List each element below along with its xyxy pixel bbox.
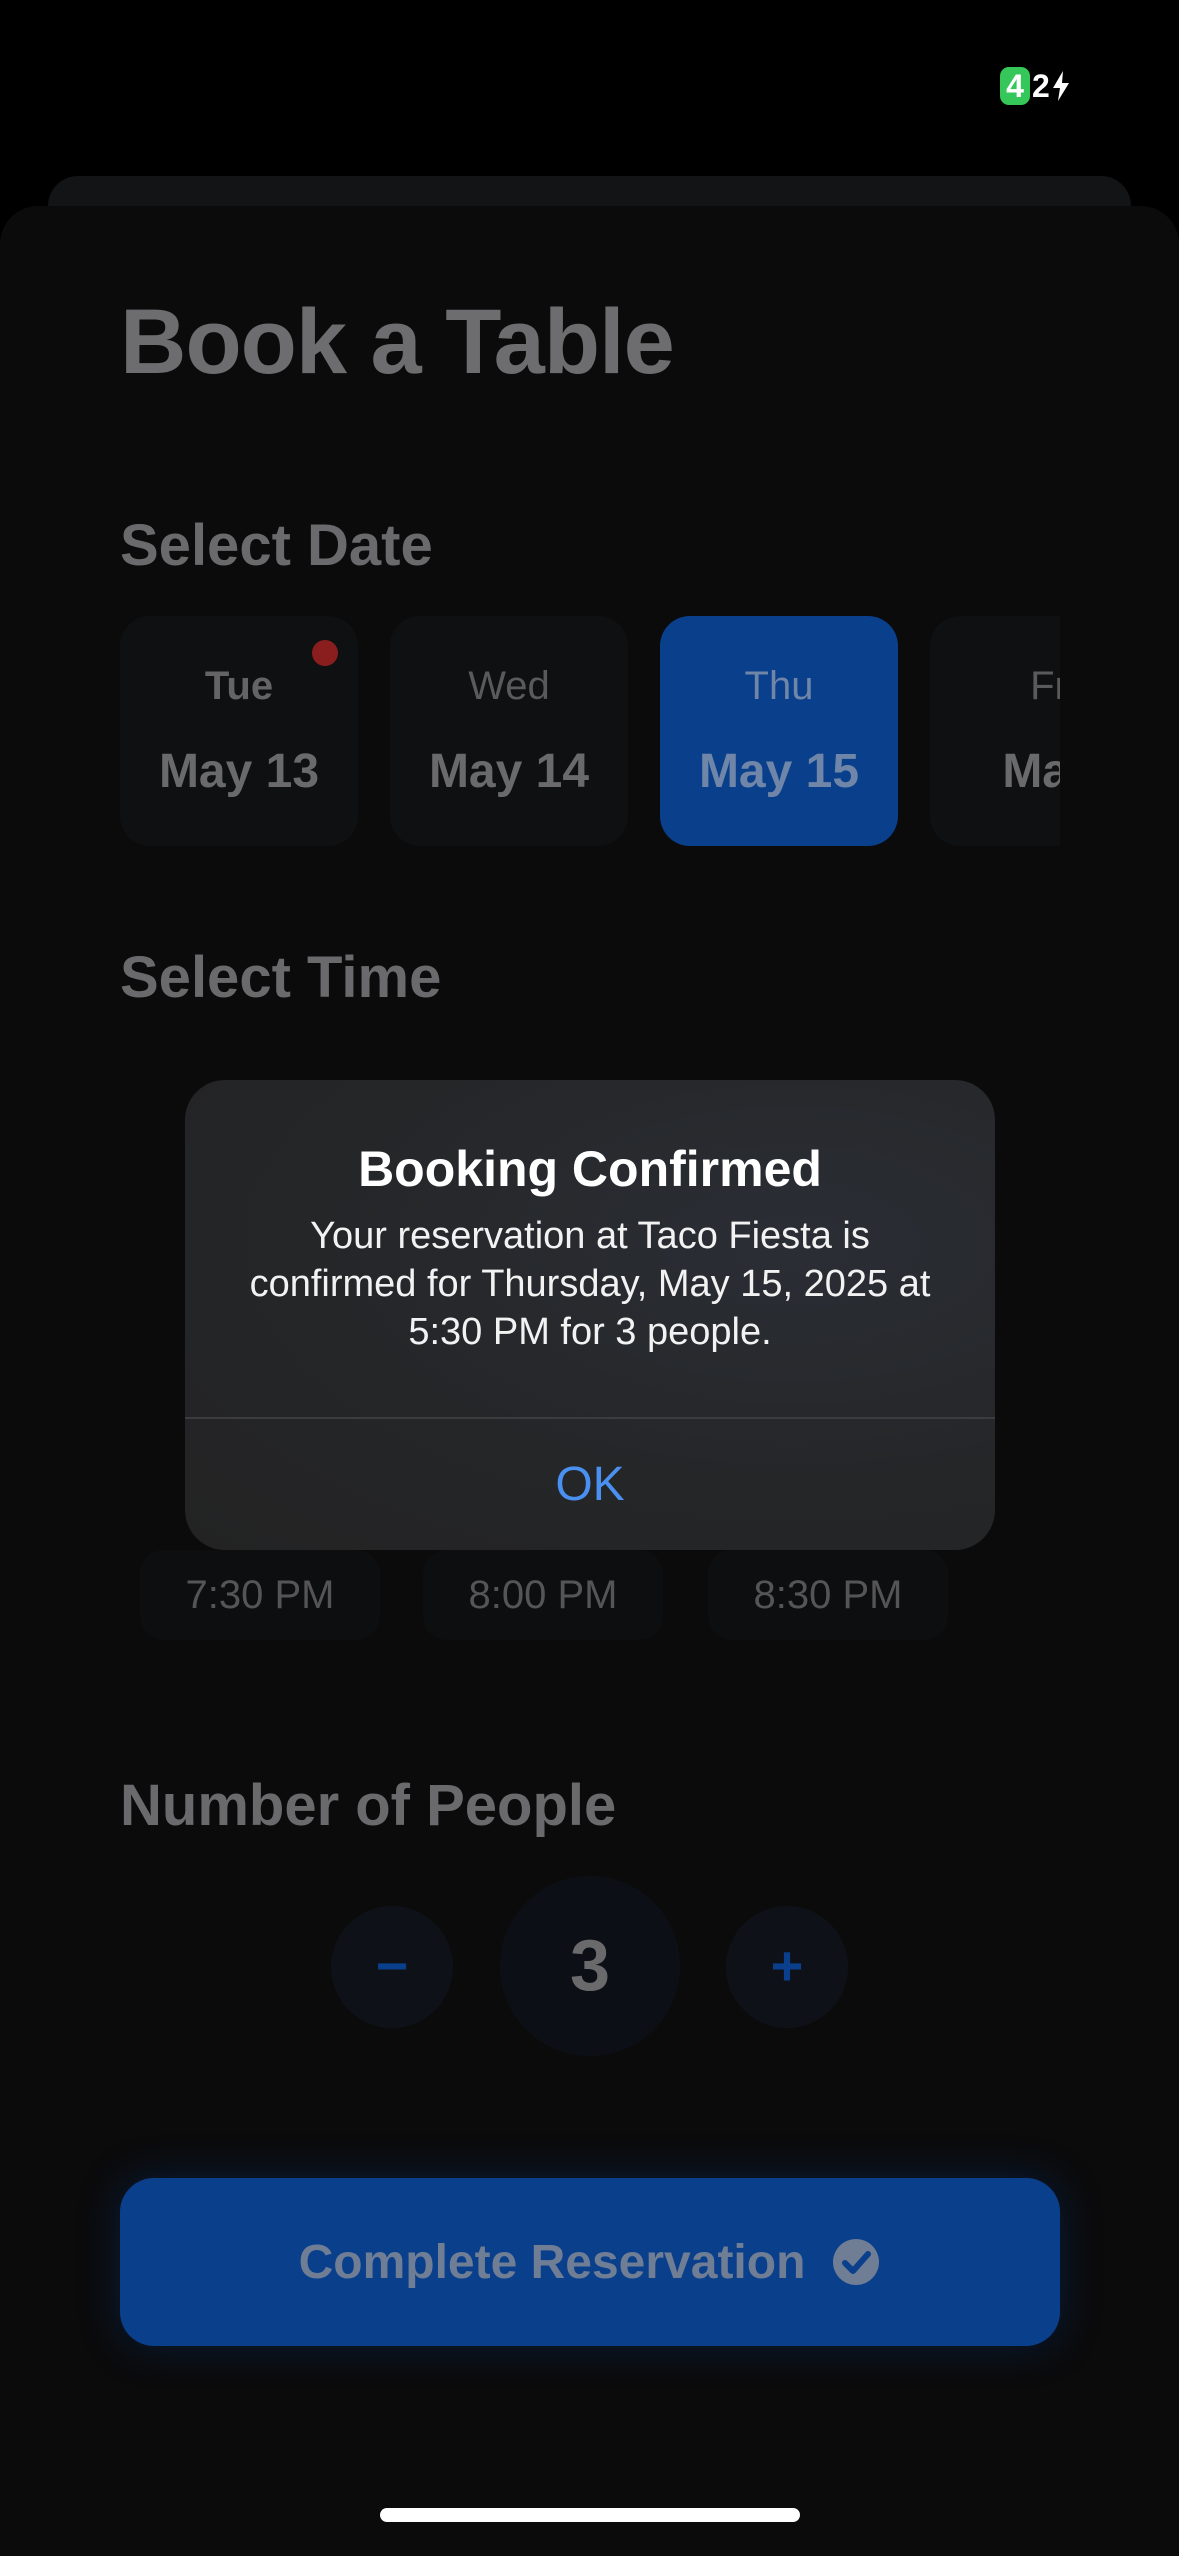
- date-number-label: May: [1002, 745, 1060, 798]
- today-indicator-dot: [312, 640, 338, 666]
- select-time-title: Select Time: [120, 945, 442, 1010]
- battery-level-box: 4: [1000, 67, 1030, 105]
- battery-level-rest: 2: [1032, 68, 1050, 104]
- checkmark-circle-icon: [833, 2239, 880, 2285]
- date-card-wed[interactable]: Wed May 14: [390, 616, 628, 846]
- number-of-people-title: Number of People: [120, 1773, 617, 1838]
- time-slot-730[interactable]: 7:30 PM: [140, 1550, 380, 1640]
- charging-bolt-icon: [1052, 71, 1069, 101]
- select-date-title: Select Date: [120, 513, 433, 578]
- date-day-label: Tue: [204, 664, 274, 708]
- date-number-label: May 14: [428, 745, 590, 798]
- complete-reservation-label: Complete Reservation: [298, 2235, 806, 2289]
- page-title: Book a Table: [120, 291, 675, 393]
- time-slot-830[interactable]: 8:30 PM: [708, 1550, 948, 1640]
- date-card-fri[interactable]: Fr May: [930, 616, 1060, 846]
- time-slot-800[interactable]: 8:00 PM: [423, 1550, 663, 1640]
- date-number-label: May 13: [158, 745, 320, 798]
- increment-button[interactable]: +: [726, 1906, 848, 2028]
- complete-reservation-button[interactable]: Complete Reservation: [120, 2178, 1060, 2346]
- date-card-thu-selected[interactable]: Thu May 15: [660, 616, 898, 846]
- date-card-tue[interactable]: Tue May 13: [120, 616, 358, 846]
- decrement-button[interactable]: −: [331, 1906, 453, 2028]
- ok-button[interactable]: OK: [185, 1419, 995, 1550]
- alert-message: Your reservation at Taco Fiesta is confi…: [249, 1215, 931, 1353]
- alert-title: Booking Confirmed: [358, 1141, 822, 1197]
- booking-confirmed-alert: Booking Confirmed Your reservation at Ta…: [185, 1080, 995, 1550]
- screen: 4 2 Book a Table Select Date Tue May 13 …: [0, 0, 1179, 2556]
- people-count: 3: [500, 1876, 680, 2056]
- battery-indicator: 4 2: [1000, 66, 1070, 106]
- date-day-label: Thu: [744, 664, 814, 708]
- date-number-label: May 15: [698, 745, 860, 798]
- date-day-label: Fr: [1030, 664, 1060, 708]
- date-day-label: Wed: [468, 664, 550, 708]
- date-scroller[interactable]: Tue May 13 Wed May 14 Thu May 15 Fr May: [120, 616, 1060, 848]
- home-indicator[interactable]: [380, 2508, 800, 2522]
